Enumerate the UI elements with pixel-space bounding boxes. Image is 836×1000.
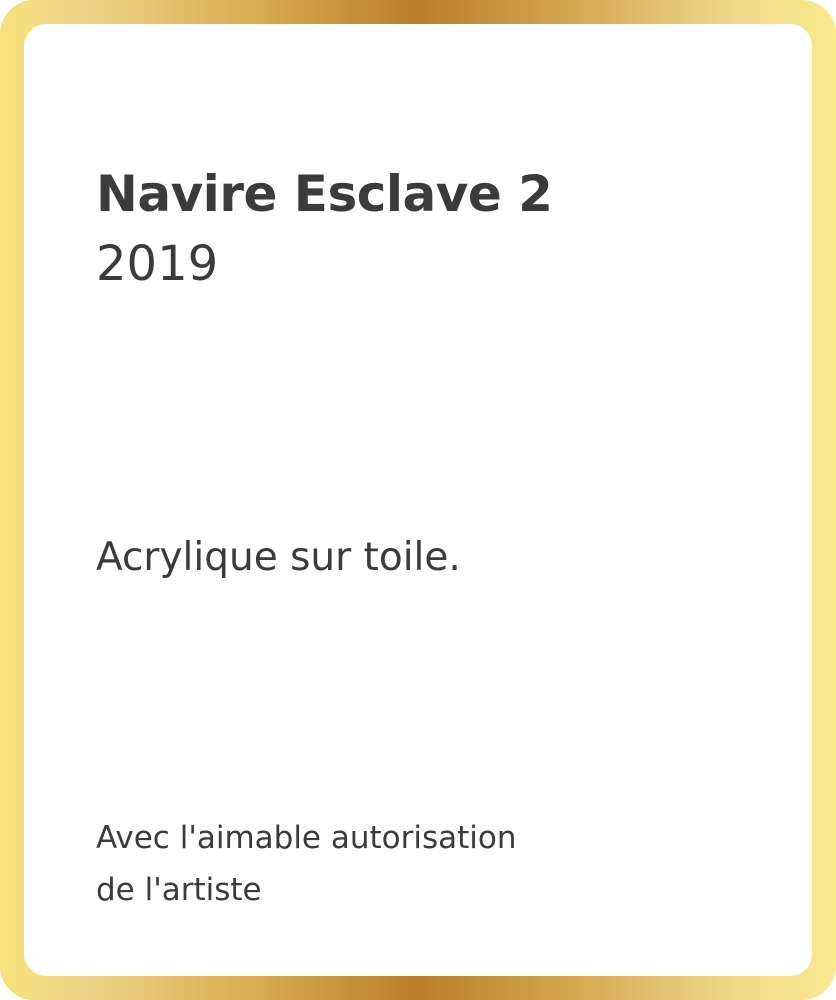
artwork-title: Navire Esclave 2 bbox=[96, 165, 553, 223]
artwork-label-card: Navire Esclave 2 2019 Acrylique sur toil… bbox=[24, 24, 812, 976]
credit-line-1: Avec l'aimable autorisation bbox=[96, 820, 517, 856]
credit-line-2: de l'artiste bbox=[96, 872, 262, 908]
artwork-medium: Acrylique sur toile. bbox=[96, 535, 461, 580]
artwork-year: 2019 bbox=[96, 236, 219, 292]
artwork-credit: Avec l'aimable autorisation de l'artiste bbox=[96, 812, 716, 916]
